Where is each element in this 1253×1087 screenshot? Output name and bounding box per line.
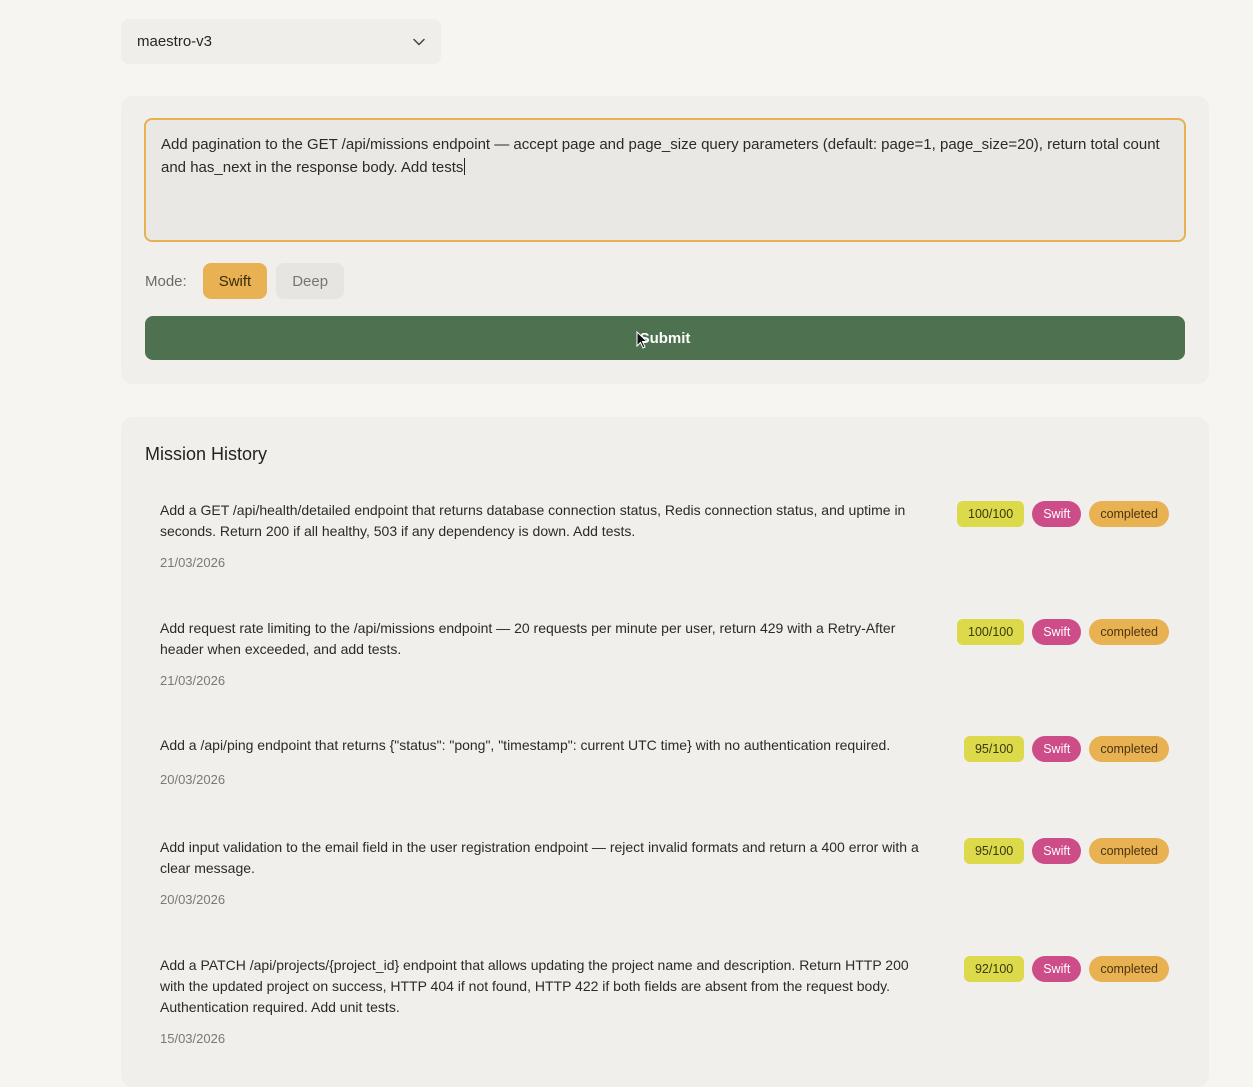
mission-description: Add a PATCH /api/projects/{project_id} e…: [160, 957, 909, 1015]
mission-date: 21/03/2026: [160, 673, 226, 688]
mission-badges: 95/100 Swift completed: [956, 838, 1169, 864]
mode-badge: Swift: [1032, 619, 1082, 645]
mode-label: Mode:: [145, 272, 187, 290]
score-badge: 100/100: [957, 501, 1025, 527]
status-badge: completed: [1089, 736, 1169, 762]
mission-description: Add request rate limiting to the /api/mi…: [160, 620, 896, 657]
status-badge: completed: [1089, 956, 1169, 982]
composer-card: Add pagination to the GET /api/missions …: [121, 96, 1209, 384]
mission-badges: 100/100 Swift completed: [949, 501, 1169, 527]
mission-badges: 95/100 Swift completed: [956, 736, 1169, 762]
model-select[interactable]: maestro-v3: [121, 19, 441, 64]
text-caret: [464, 158, 466, 175]
mode-badge: Swift: [1032, 736, 1082, 762]
mode-deep-button[interactable]: Deep: [276, 263, 345, 299]
score-badge: 100/100: [957, 619, 1025, 645]
mode-badge: Swift: [1032, 956, 1082, 982]
status-badge: completed: [1089, 619, 1169, 645]
score-badge: 95/100: [963, 736, 1025, 762]
mode-swift-button[interactable]: Swift: [202, 263, 268, 299]
mission-badges: 92/100 Swift completed: [956, 956, 1169, 982]
mission-description: Add a /api/ping endpoint that returns {"…: [160, 737, 891, 753]
mission-history-card: Mission History Add a GET /api/health/de…: [121, 417, 1209, 1087]
submit-button[interactable]: Submit: [145, 316, 1185, 360]
status-badge: completed: [1089, 838, 1169, 864]
model-select-value: maestro-v3: [137, 33, 213, 50]
prompt-text: Add pagination to the GET /api/missions …: [161, 136, 1160, 176]
status-badge: completed: [1089, 501, 1169, 527]
mode-selector: Mode: Swift Deep: [145, 263, 353, 299]
mission-description: Add input validation to the email field …: [160, 839, 919, 876]
mission-date: 21/03/2026: [160, 555, 226, 570]
mission-description: Add a GET /api/health/detailed endpoint …: [160, 502, 906, 539]
score-badge: 92/100: [963, 956, 1025, 982]
chevron-down-icon: [412, 35, 426, 49]
mode-badge: Swift: [1032, 838, 1082, 864]
score-badge: 95/100: [963, 838, 1025, 864]
mission-date: 20/03/2026: [160, 772, 226, 787]
mission-badges: 100/100 Swift completed: [949, 619, 1169, 645]
prompt-textarea[interactable]: Add pagination to the GET /api/missions …: [144, 118, 1186, 242]
mission-date: 15/03/2026: [160, 1031, 226, 1046]
mode-badge: Swift: [1032, 501, 1082, 527]
mission-history-title: Mission History: [145, 444, 268, 464]
mission-date: 20/03/2026: [160, 892, 226, 907]
